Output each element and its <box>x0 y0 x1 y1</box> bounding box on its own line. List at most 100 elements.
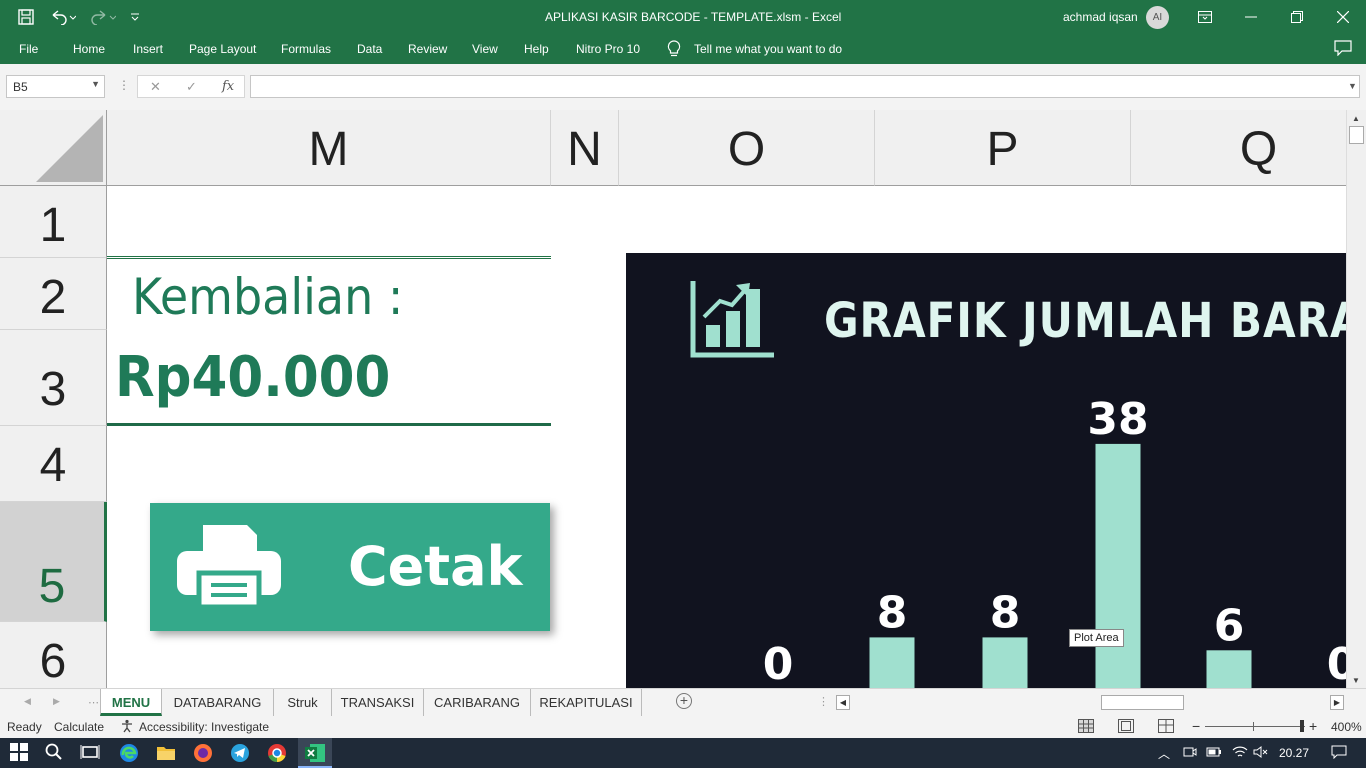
chrome-icon[interactable] <box>266 742 288 764</box>
zoom-out-icon[interactable]: − <box>1192 718 1200 734</box>
restore-icon[interactable] <box>1274 0 1320 34</box>
task-view-icon[interactable] <box>80 742 102 764</box>
row-header-5[interactable]: 5 <box>0 502 107 622</box>
minimize-icon[interactable] <box>1228 0 1274 34</box>
tab-splitter-icon[interactable]: ⋮ <box>818 695 829 708</box>
row-header-4[interactable]: 4 <box>0 426 107 502</box>
sheet-tab-transaksi[interactable]: TRANSAKSI <box>332 689 424 716</box>
windows-start-icon[interactable] <box>9 742 31 764</box>
scroll-left-icon[interactable]: ◀ <box>836 695 850 710</box>
tab-home[interactable]: Home <box>73 42 105 56</box>
accessibility-icon[interactable] <box>120 719 134 736</box>
notifications-icon[interactable] <box>1331 745 1347 762</box>
chart-plot-area[interactable]: 0 8 8 38 6 0 <box>626 253 1346 688</box>
sheet-tab-caribarang[interactable]: CARIBARANG <box>424 689 531 716</box>
file-explorer-icon[interactable] <box>155 742 177 764</box>
zoom-slider[interactable] <box>1205 720 1305 732</box>
meet-now-icon[interactable] <box>1183 745 1197 762</box>
bar-chart[interactable]: GRAFIK JUMLAH BARAN 0 8 8 38 6 0 Plot Area <box>626 253 1346 688</box>
insert-function-icon[interactable]: fx <box>222 79 234 94</box>
cancel-icon[interactable]: ✕ <box>150 79 161 95</box>
name-box[interactable]: B5 ▼ <box>6 75 105 98</box>
tab-file[interactable]: File <box>19 42 38 56</box>
column-header-o[interactable]: O <box>619 110 875 186</box>
sheet-tab-bar: ◀ ▶ ⋯ MENU DATABARANG Struk TRANSAKSI CA… <box>0 688 1366 716</box>
formula-input[interactable] <box>250 75 1360 98</box>
row-header-6[interactable]: 6 <box>0 622 107 688</box>
scroll-right-icon[interactable]: ▶ <box>1330 695 1344 710</box>
cetak-button[interactable]: Cetak <box>150 503 550 631</box>
taskbar-clock[interactable]: 20.27 <box>1279 746 1309 760</box>
chart-bar[interactable] <box>1095 443 1141 688</box>
tab-page-layout[interactable]: Page Layout <box>189 42 256 56</box>
printer-icon <box>177 523 281 614</box>
sheet-tab-menu[interactable]: MENU <box>100 689 162 716</box>
formula-bar-splitter-icon[interactable]: ⋮ <box>118 78 130 92</box>
zoom-level[interactable]: 400% <box>1331 720 1362 734</box>
scroll-down-icon[interactable]: ▼ <box>1352 676 1360 685</box>
show-hidden-icons-icon[interactable]: ︿ <box>1158 745 1170 762</box>
save-icon[interactable] <box>18 0 34 34</box>
tab-view[interactable]: View <box>472 42 498 56</box>
lightbulb-icon[interactable] <box>667 40 681 61</box>
chart-bar[interactable] <box>1206 650 1252 688</box>
tab-data[interactable]: Data <box>357 42 382 56</box>
page-layout-view-icon[interactable] <box>1118 719 1134 736</box>
volume-muted-icon[interactable] <box>1253 745 1269 762</box>
select-all-button[interactable] <box>0 110 107 186</box>
customize-qat-icon[interactable] <box>130 0 140 34</box>
expand-formula-bar-icon[interactable]: ▼ <box>1348 81 1357 91</box>
normal-view-icon[interactable] <box>1078 719 1094 736</box>
column-header-m[interactable]: M <box>107 110 551 186</box>
telegram-icon[interactable] <box>229 742 251 764</box>
new-sheet-icon[interactable]: + <box>676 693 692 709</box>
column-header-n[interactable]: N <box>551 110 619 186</box>
vertical-scrollbar[interactable]: ▲ ▼ <box>1346 110 1366 688</box>
title-bar: APLIKASI KASIR BARCODE - TEMPLATE.xlsm -… <box>0 0 1366 34</box>
sheet-tab-databarang[interactable]: DATABARANG <box>162 689 274 716</box>
comments-icon[interactable] <box>1334 40 1352 59</box>
vertical-scroll-thumb[interactable] <box>1349 126 1364 144</box>
status-calculate[interactable]: Calculate <box>54 720 104 734</box>
excel-taskbar-button[interactable] <box>298 738 332 768</box>
avatar[interactable]: AI <box>1146 6 1169 29</box>
tab-review[interactable]: Review <box>408 42 447 56</box>
horizontal-scrollbar[interactable] <box>850 695 1330 710</box>
chevron-down-icon[interactable]: ▼ <box>91 79 100 89</box>
row-header-2[interactable]: 2 <box>0 258 107 330</box>
user-name[interactable]: achmad iqsan <box>1063 10 1138 24</box>
chart-bar[interactable] <box>869 637 915 688</box>
tell-me-search[interactable]: Tell me what you want to do <box>694 42 842 56</box>
wifi-icon[interactable] <box>1232 745 1248 762</box>
column-header-q[interactable]: Q <box>1131 110 1346 186</box>
row-header-3[interactable]: 3 <box>0 330 107 426</box>
edge-browser-icon[interactable] <box>118 742 140 764</box>
next-sheet-icon[interactable]: ▶ <box>53 696 60 707</box>
firefox-icon[interactable] <box>192 742 214 764</box>
tab-formulas[interactable]: Formulas <box>281 42 331 56</box>
zoom-slider-thumb[interactable] <box>1300 720 1304 732</box>
page-break-preview-icon[interactable] <box>1158 719 1174 736</box>
tab-help[interactable]: Help <box>524 42 549 56</box>
scroll-up-icon[interactable]: ▲ <box>1352 114 1360 123</box>
battery-icon[interactable] <box>1206 745 1222 762</box>
redo-icon[interactable] <box>90 0 116 34</box>
tab-nitro-pro[interactable]: Nitro Pro 10 <box>576 42 640 56</box>
previous-sheet-icon[interactable]: ◀ <box>24 696 31 707</box>
sheet-tab-struk[interactable]: Struk <box>274 689 332 716</box>
sheet-nav-more-icon[interactable]: ⋯ <box>88 696 99 709</box>
close-icon[interactable] <box>1320 0 1366 34</box>
chart-bar[interactable] <box>982 637 1028 688</box>
column-header-p[interactable]: P <box>875 110 1131 186</box>
search-icon[interactable] <box>44 742 66 764</box>
tab-insert[interactable]: Insert <box>133 42 163 56</box>
row-header-1[interactable]: 1 <box>0 186 107 258</box>
ribbon-display-options-icon[interactable] <box>1182 0 1228 34</box>
horizontal-scroll-thumb[interactable] <box>1101 695 1184 710</box>
sheet-tab-rekapitulasi[interactable]: REKAPITULASI <box>531 689 642 716</box>
enter-icon[interactable]: ✓ <box>186 79 197 95</box>
zoom-in-icon[interactable]: + <box>1309 718 1317 734</box>
undo-icon[interactable] <box>50 0 76 34</box>
status-accessibility[interactable]: Accessibility: Investigate <box>139 720 269 734</box>
worksheet-grid[interactable]: M N O P Q 1 2 3 4 5 6 Kembalian : Rp40.0… <box>0 110 1346 688</box>
